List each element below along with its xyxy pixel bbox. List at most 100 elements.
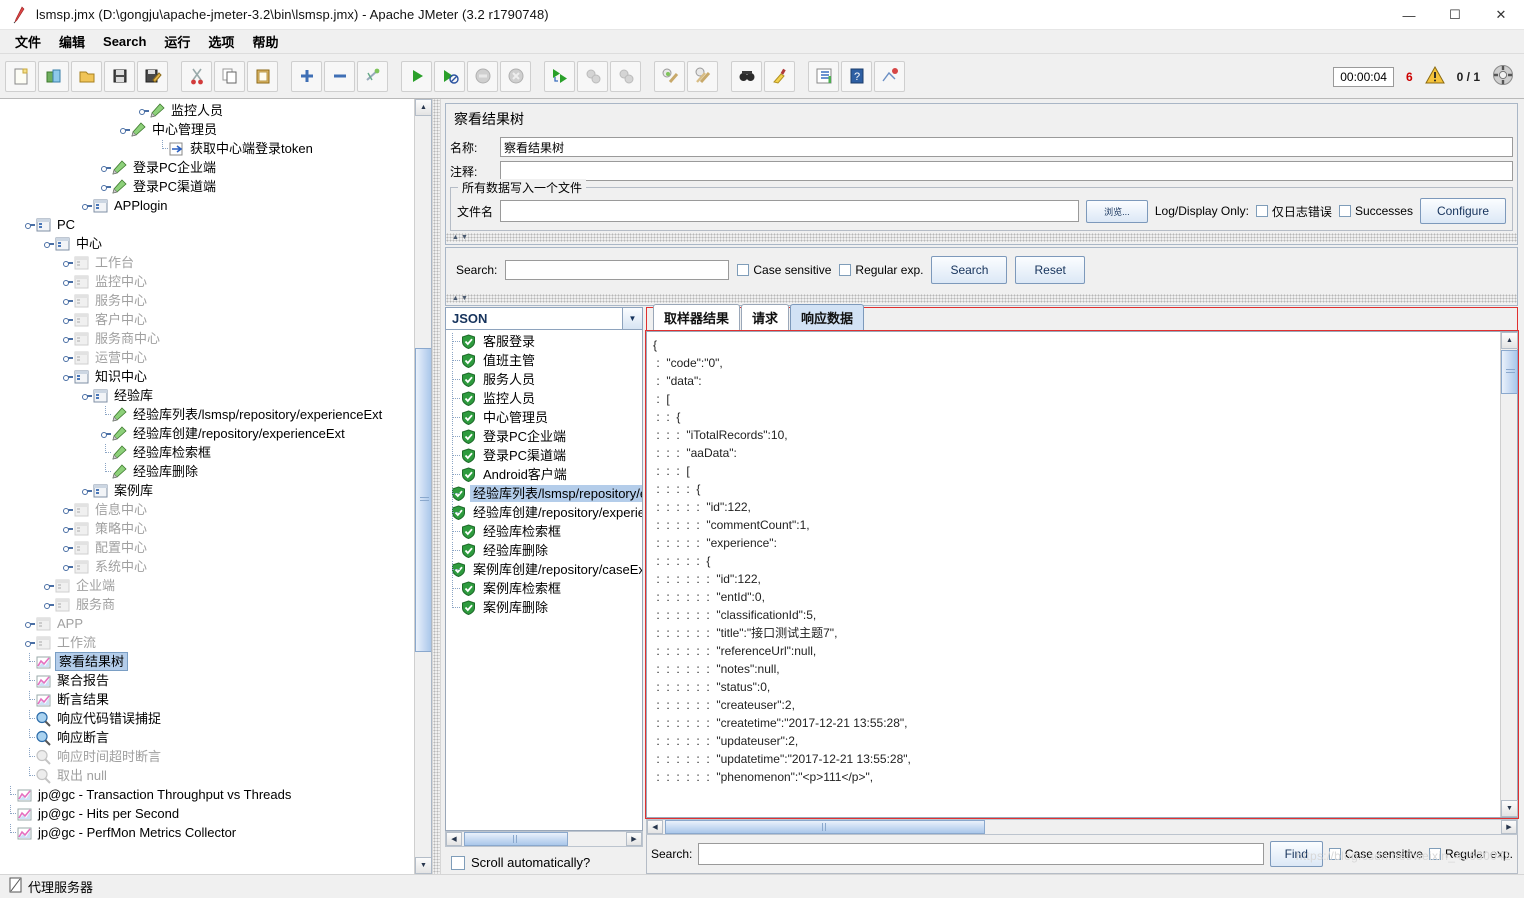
- tree-node[interactable]: 响应代码错误捕捉: [0, 709, 431, 728]
- tree-node[interactable]: 企业端: [0, 576, 431, 595]
- chevron-down-icon[interactable]: ▼: [622, 308, 642, 329]
- tree-node[interactable]: 配置中心: [0, 538, 431, 557]
- list-item[interactable]: 监控人员: [446, 389, 642, 408]
- tree-node[interactable]: 服务商中心: [0, 329, 431, 348]
- sampler-result-list[interactable]: 客服登录值班主管服务人员监控人员中心管理员登录PC企业端登录PC渠道端Andro…: [445, 330, 643, 831]
- search-case-sensitive-checkbox[interactable]: Case sensitive: [737, 263, 831, 277]
- close-button[interactable]: ✕: [1478, 0, 1524, 30]
- start-remote-all-button[interactable]: [544, 61, 575, 92]
- collapse-handle-search[interactable]: ▲▼: [446, 294, 1517, 303]
- tree-expand-handle[interactable]: [139, 106, 148, 115]
- response-vertical-scrollbar[interactable]: ▲ ▼: [1500, 332, 1517, 817]
- errors-only-checkbox[interactable]: 仅日志错误: [1256, 203, 1332, 220]
- tree-expand-handle[interactable]: [63, 372, 72, 381]
- list-item[interactable]: 登录PC渠道端: [446, 446, 642, 465]
- tree-expand-handle[interactable]: [63, 543, 72, 552]
- checkbox-box[interactable]: [1429, 848, 1441, 860]
- bottom-case-sensitive-checkbox[interactable]: Case sensitive: [1329, 847, 1423, 861]
- tree-node[interactable]: jp@gc - PerfMon Metrics Collector: [0, 823, 431, 842]
- list-item[interactable]: 服务人员: [446, 370, 642, 389]
- tree-expand-handle[interactable]: [120, 125, 129, 134]
- checkbox-box[interactable]: [1329, 848, 1341, 860]
- renderer-combo[interactable]: JSON ▼: [445, 307, 643, 330]
- tree-node[interactable]: 响应断言: [0, 728, 431, 747]
- tree-expand-handle[interactable]: [101, 182, 110, 191]
- tree-expand-handle[interactable]: [44, 600, 53, 609]
- thread-gear-icon[interactable]: [1492, 64, 1514, 89]
- list-item[interactable]: 经验库删除: [446, 541, 642, 560]
- tree-node[interactable]: 登录PC企业端: [0, 158, 431, 177]
- test-plan-tree[interactable]: 监控人员中心管理员获取中心端登录token登录PC企业端登录PC渠道端APPlo…: [0, 99, 431, 842]
- paste-button[interactable]: [247, 61, 278, 92]
- list-item[interactable]: 经验库检索框: [446, 522, 642, 541]
- tree-node[interactable]: PC: [0, 215, 431, 234]
- tree-node[interactable]: 中心: [0, 234, 431, 253]
- list-item[interactable]: 经验库创建/repository/experienceExt: [446, 503, 642, 522]
- tree-node[interactable]: 聚合报告: [0, 671, 431, 690]
- tree-node[interactable]: 知识中心: [0, 367, 431, 386]
- tree-expand-handle[interactable]: [25, 619, 34, 628]
- tree-node[interactable]: 服务商: [0, 595, 431, 614]
- tree-node[interactable]: jp@gc - Hits per Second: [0, 804, 431, 823]
- tree-node[interactable]: 信息中心: [0, 500, 431, 519]
- tree-node[interactable]: 经验库检索框: [0, 443, 431, 462]
- list-item[interactable]: Android客户端: [446, 465, 642, 484]
- tree-expand-handle[interactable]: [25, 220, 34, 229]
- tab-sampler-result[interactable]: 取样器结果: [653, 304, 740, 331]
- list-item[interactable]: 值班主管: [446, 351, 642, 370]
- successes-checkbox[interactable]: Successes: [1339, 204, 1413, 218]
- scroll-automatically-checkbox[interactable]: Scroll automatically?: [445, 847, 643, 874]
- search-button[interactable]: [731, 61, 762, 92]
- scroll-down-arrow-icon[interactable]: ▼: [415, 857, 432, 874]
- bottom-search-input[interactable]: [698, 843, 1263, 865]
- tree-expand-handle[interactable]: [63, 258, 72, 267]
- response-body-text[interactable]: { : "code":"0", : "data": : [ : : { : : …: [647, 332, 1500, 817]
- function-helper-button[interactable]: [808, 61, 839, 92]
- configure-button[interactable]: Configure: [1420, 198, 1506, 224]
- list-item[interactable]: 经验库列表/lsmsp/repository/experienceExt: [446, 484, 642, 503]
- undo-redo-button[interactable]: [874, 61, 905, 92]
- expand-all-button[interactable]: [291, 61, 322, 92]
- save-as-button[interactable]: [137, 61, 168, 92]
- list-item[interactable]: 登录PC企业端: [446, 427, 642, 446]
- result-list-hscrollbar[interactable]: ◀ ▶: [445, 831, 643, 847]
- menu-edit[interactable]: 编辑: [50, 30, 94, 53]
- tree-node[interactable]: 系统中心: [0, 557, 431, 576]
- clear-all-button[interactable]: [687, 61, 718, 92]
- start-no-pauses-button[interactable]: [434, 61, 465, 92]
- tree-node[interactable]: 察看结果树: [0, 652, 431, 671]
- tree-node[interactable]: 获取中心端登录token: [0, 139, 431, 158]
- list-item[interactable]: 案例库删除: [446, 598, 642, 617]
- menu-file[interactable]: 文件: [6, 30, 50, 53]
- list-item[interactable]: 案例库创建/repository/caseExt: [446, 560, 642, 579]
- scroll-right-arrow-icon[interactable]: ▶: [1501, 820, 1517, 834]
- templates-button[interactable]: [38, 61, 69, 92]
- tree-node[interactable]: 经验库列表/lsmsp/repository/experienceExt: [0, 405, 431, 424]
- tab-request[interactable]: 请求: [741, 304, 789, 331]
- tree-node[interactable]: APPlogin: [0, 196, 431, 215]
- hscroll-thumb[interactable]: [665, 820, 985, 834]
- checkbox-box[interactable]: [1339, 205, 1351, 217]
- tree-node[interactable]: 经验库删除: [0, 462, 431, 481]
- tree-node[interactable]: 响应时间超时断言: [0, 747, 431, 766]
- tree-node[interactable]: 登录PC渠道端: [0, 177, 431, 196]
- tree-expand-handle[interactable]: [63, 277, 72, 286]
- name-input[interactable]: [500, 137, 1513, 157]
- scroll-up-arrow-icon[interactable]: ▲: [1501, 332, 1518, 349]
- warning-triangle-icon[interactable]: [1425, 66, 1445, 87]
- tree-expand-handle[interactable]: [44, 581, 53, 590]
- bottom-regex-checkbox[interactable]: Regular exp.: [1429, 847, 1513, 861]
- new-button[interactable]: [5, 61, 36, 92]
- tree-expand-handle[interactable]: [44, 239, 53, 248]
- save-button[interactable]: [104, 61, 135, 92]
- tree-expand-handle[interactable]: [63, 524, 72, 533]
- hscroll-thumb[interactable]: [464, 832, 568, 846]
- search-regex-checkbox[interactable]: Regular exp.: [839, 263, 923, 277]
- tree-node[interactable]: 监控中心: [0, 272, 431, 291]
- scroll-right-arrow-icon[interactable]: ▶: [626, 832, 642, 846]
- maximize-button[interactable]: ☐: [1432, 0, 1478, 30]
- menu-run[interactable]: 运行: [155, 30, 199, 53]
- collapse-handle-top[interactable]: ▲▼: [446, 233, 1517, 242]
- scroll-thumb[interactable]: [415, 348, 432, 652]
- reset-button[interactable]: Reset: [1015, 256, 1084, 284]
